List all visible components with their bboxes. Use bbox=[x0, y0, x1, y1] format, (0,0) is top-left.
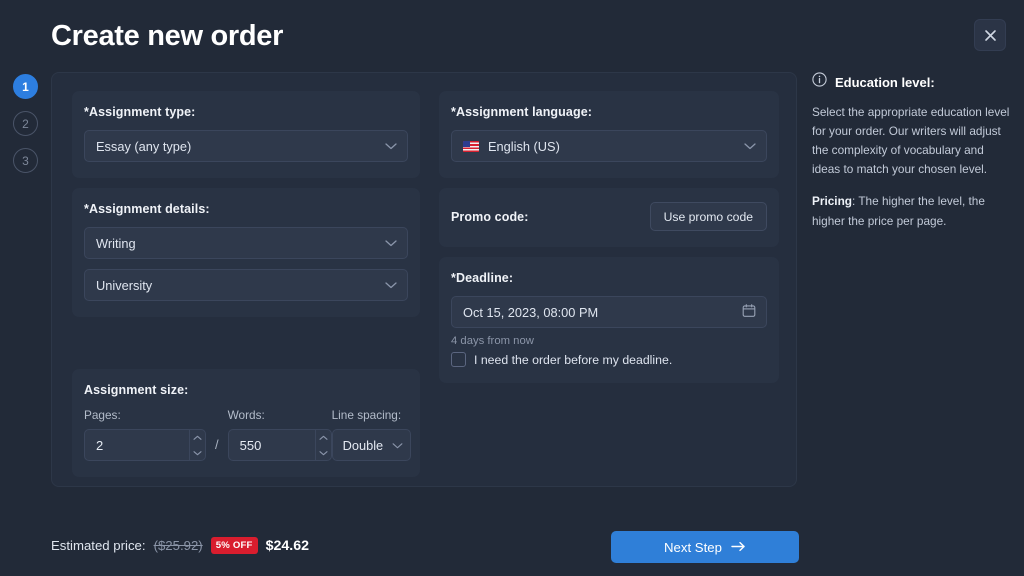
original-price: ($25.92) bbox=[154, 538, 203, 553]
form-columns: *Assignment type: Essay (any type) *Assi… bbox=[72, 91, 779, 393]
step-indicator-2[interactable]: 2 bbox=[13, 111, 38, 136]
deadline-value: Oct 15, 2023, 08:00 PM bbox=[463, 305, 598, 320]
estimated-price-label: Estimated price: bbox=[51, 538, 146, 553]
assignment-language-select[interactable]: English (US) bbox=[451, 130, 767, 162]
close-button[interactable] bbox=[974, 19, 1006, 51]
info-pricing-label: Pricing bbox=[812, 194, 852, 208]
info-header: Education level: bbox=[812, 72, 1010, 92]
step-indicator-2-label: 2 bbox=[22, 117, 29, 131]
promo-code-panel: Promo code: Use promo code bbox=[439, 188, 779, 247]
pages-group: Pages: bbox=[84, 408, 206, 461]
info-paragraph-2: Pricing: The higher the level, the highe… bbox=[812, 192, 1010, 230]
assignment-size-label: Assignment size: bbox=[84, 383, 408, 397]
step-indicator-1-label: 1 bbox=[22, 80, 29, 94]
assignment-type-label: *Assignment type: bbox=[84, 105, 408, 119]
chevron-down-icon bbox=[385, 236, 397, 251]
info-circle-icon bbox=[812, 72, 827, 92]
discipline-select[interactable]: Writing bbox=[84, 227, 408, 259]
pages-input[interactable] bbox=[85, 430, 189, 460]
discount-badge: 5% OFF bbox=[211, 537, 258, 554]
deadline-checkbox-row: I need the order before my deadline. bbox=[451, 352, 767, 367]
step-indicator-3-label: 3 bbox=[22, 154, 29, 168]
words-input[interactable] bbox=[229, 430, 315, 460]
assignment-language-label: *Assignment language: bbox=[451, 105, 767, 119]
assignment-language-panel: *Assignment language: English (US) bbox=[439, 91, 779, 178]
assignment-details-label: *Assignment details: bbox=[84, 202, 408, 216]
promo-code-label: Promo code: bbox=[451, 210, 529, 224]
words-spinner bbox=[315, 430, 331, 460]
line-spacing-group: Line spacing: Double bbox=[332, 408, 411, 461]
assignment-type-select[interactable]: Essay (any type) bbox=[84, 130, 408, 162]
calendar-icon[interactable] bbox=[742, 304, 756, 321]
deadline-panel: *Deadline: Oct 15, 2023, 08:00 PM 4 days… bbox=[439, 257, 779, 383]
pages-spinner bbox=[189, 430, 205, 460]
info-title: Education level: bbox=[835, 75, 935, 90]
line-spacing-select[interactable]: Double bbox=[332, 429, 411, 461]
pages-decrement-button[interactable] bbox=[190, 445, 205, 460]
step-indicator-1[interactable]: 1 bbox=[13, 74, 38, 99]
next-step-button[interactable]: Next Step bbox=[611, 531, 799, 563]
chevron-down-icon bbox=[744, 139, 756, 154]
close-icon bbox=[984, 29, 997, 42]
use-promo-code-button[interactable]: Use promo code bbox=[650, 202, 767, 231]
chevron-down-icon bbox=[385, 139, 397, 154]
line-spacing-value: Double bbox=[343, 438, 384, 453]
words-decrement-button[interactable] bbox=[316, 445, 331, 460]
us-flag-icon bbox=[463, 141, 479, 152]
assignment-type-value: Essay (any type) bbox=[96, 139, 191, 154]
assignment-size-panel: Assignment size: Pages: bbox=[72, 369, 420, 477]
words-group: Words: bbox=[228, 408, 332, 461]
deadline-label: *Deadline: bbox=[451, 271, 767, 285]
line-spacing-caption: Line spacing: bbox=[332, 408, 411, 422]
info-paragraph-1: Select the appropriate education level f… bbox=[812, 103, 1010, 179]
deadline-hint: 4 days from now bbox=[451, 335, 767, 347]
deadline-input[interactable]: Oct 15, 2023, 08:00 PM bbox=[451, 296, 767, 328]
early-delivery-checkbox[interactable] bbox=[451, 352, 466, 367]
order-form-card: *Assignment type: Essay (any type) *Assi… bbox=[51, 72, 797, 487]
next-step-label: Next Step bbox=[664, 540, 722, 555]
form-column-right: *Assignment language: English (US) Pro bbox=[439, 91, 779, 393]
assignment-size-row: Pages: bbox=[84, 408, 408, 461]
page-title: Create new order bbox=[51, 20, 283, 53]
estimated-price-row: Estimated price: ($25.92) 5% OFF $24.62 bbox=[51, 537, 309, 554]
assignment-type-panel: *Assignment type: Essay (any type) bbox=[72, 91, 420, 178]
arrow-right-icon bbox=[731, 540, 746, 555]
chevron-down-icon bbox=[385, 278, 397, 293]
step-indicator-rail: 1 2 3 bbox=[13, 74, 38, 173]
pages-caption: Pages: bbox=[84, 408, 206, 422]
form-column-left: *Assignment type: Essay (any type) *Assi… bbox=[72, 91, 420, 393]
words-caption: Words: bbox=[228, 408, 332, 422]
education-level-info-panel: Education level: Select the appropriate … bbox=[812, 72, 1010, 231]
assignment-language-value: English (US) bbox=[488, 139, 560, 154]
pages-increment-button[interactable] bbox=[190, 430, 205, 445]
step-indicator-3[interactable]: 3 bbox=[13, 148, 38, 173]
words-stepper[interactable] bbox=[228, 429, 332, 461]
chevron-down-icon bbox=[392, 438, 403, 453]
info-body: Select the appropriate education level f… bbox=[812, 103, 1010, 231]
size-separator: / bbox=[206, 429, 228, 461]
assignment-details-panel: *Assignment details: Writing University bbox=[72, 188, 420, 317]
education-level-value: University bbox=[96, 278, 152, 293]
final-price: $24.62 bbox=[266, 538, 309, 554]
words-increment-button[interactable] bbox=[316, 430, 331, 445]
pages-stepper[interactable] bbox=[84, 429, 206, 461]
early-delivery-label[interactable]: I need the order before my deadline. bbox=[474, 353, 672, 367]
education-level-select[interactable]: University bbox=[84, 269, 408, 301]
discipline-value: Writing bbox=[96, 236, 136, 251]
